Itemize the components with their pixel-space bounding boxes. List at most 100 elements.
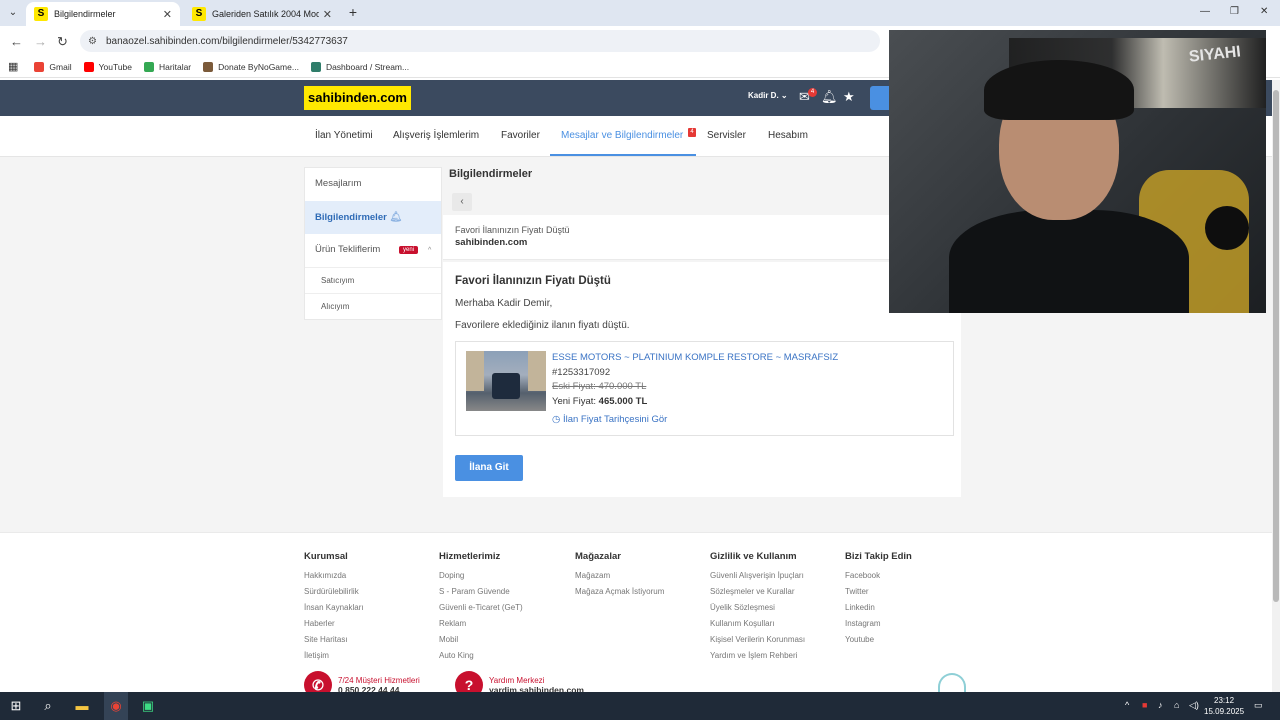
footer-link[interactable]: Güvenli e-Ticaret (GeT)	[439, 600, 569, 616]
site-logo[interactable]: sahibinden.com	[304, 86, 411, 110]
footer-link[interactable]: Facebook	[845, 568, 975, 584]
url-input[interactable]: ⚙ banaozel.sahibinden.com/bilgilendirmel…	[80, 30, 880, 52]
nav-ilan-yonetimi[interactable]: İlan Yönetimi	[315, 130, 373, 141]
stream-app-icon[interactable]: ▣	[140, 698, 156, 714]
clock-time: 23:12	[1214, 696, 1235, 705]
microphone-icon[interactable]: ♪	[1158, 700, 1163, 710]
bookmark-gmail[interactable]: Gmail	[34, 61, 72, 72]
footer-link[interactable]: Twitter	[845, 584, 975, 600]
bookmark-dashboard[interactable]: Dashboard / Stream...	[310, 61, 409, 72]
footer-link[interactable]: Hakkımızda	[304, 568, 434, 584]
nav-servisler[interactable]: Servisler	[707, 130, 746, 141]
tab-title: Galeriden Satılık 2004 Model K	[212, 9, 319, 19]
apps-grid-icon[interactable]: ▦	[8, 60, 18, 73]
price-history-link[interactable]: ◷ İlan Fiyat Tarihçesini Gör	[552, 414, 667, 425]
nav-hesabim[interactable]: Hesabım	[768, 130, 808, 141]
footer-link[interactable]: Yardım ve İşlem Rehberi	[710, 648, 840, 664]
browser-tab[interactable]: S Galeriden Satılık 2004 Model K ✕	[184, 2, 340, 26]
volume-icon[interactable]: ◁)	[1189, 700, 1199, 711]
nav-favoriler[interactable]: Favoriler	[501, 130, 540, 141]
footer-link[interactable]: Sürdürülebilirlik	[304, 584, 434, 600]
reload-icon[interactable]: ↻	[57, 34, 68, 50]
user-menu[interactable]: Kadir D. ⌄	[748, 91, 788, 100]
footer-link[interactable]: S - Param Güvende	[439, 584, 569, 600]
listing-id: #1253317092	[552, 367, 611, 378]
footer-link[interactable]: Youtube	[845, 632, 975, 648]
url-text: banaozel.sahibinden.com/bilgilendirmeler…	[106, 35, 348, 47]
footer-link[interactable]: Güvenli Alışverişin İpuçları	[710, 568, 840, 584]
sidebar: Mesajlarım Bilgilendirmeler 🔔︎ Ürün Tekl…	[304, 167, 442, 320]
search-icon[interactable]: ⌕	[40, 698, 56, 714]
footer-link[interactable]: Linkedin	[845, 600, 975, 616]
sidebar-item-bilgilendirmeler[interactable]: Bilgilendirmeler 🔔︎	[305, 201, 441, 234]
footer-link[interactable]: Site Haritası	[304, 632, 434, 648]
sidebar-item-mesajlarim[interactable]: Mesajlarım	[305, 178, 441, 189]
star-icon[interactable]: ★	[843, 89, 855, 105]
chevron-up-icon[interactable]: ^	[428, 247, 431, 254]
footer-link[interactable]: Reklam	[439, 616, 569, 632]
close-icon[interactable]: ✕	[163, 8, 172, 21]
footer-link[interactable]: Haberler	[304, 616, 434, 632]
network-icon[interactable]: ⌂	[1174, 700, 1179, 710]
back-arrow-icon[interactable]: ←	[10, 34, 23, 49]
contact-label: 7/24 Müşteri Hizmetleri	[338, 675, 420, 685]
new-tab-icon[interactable]: +	[344, 4, 362, 20]
footer-link[interactable]: Doping	[439, 568, 569, 584]
notification-subject: Favori İlanınızın Fiyatı Düştü	[455, 225, 570, 235]
site-info-icon[interactable]: ⚙	[88, 36, 98, 47]
chrome-icon[interactable]: ◉	[108, 698, 124, 714]
post-ad-button[interactable]	[870, 86, 889, 110]
footer-link[interactable]: Kişisel Verilerin Korunması	[710, 632, 840, 648]
windows-start-icon[interactable]: ⊞	[8, 698, 24, 714]
sidebar-sub-aliciyim[interactable]: Alıcıyım	[305, 293, 441, 319]
file-explorer-icon[interactable]: ▬	[74, 698, 90, 714]
scrollbar-thumb[interactable]	[1273, 90, 1279, 602]
footer-link[interactable]: Kullanım Koşulları	[710, 616, 840, 632]
person-body	[949, 210, 1189, 313]
tray-app-icon[interactable]: ■	[1142, 700, 1147, 710]
footer-link[interactable]: Instagram	[845, 616, 975, 632]
footer-link[interactable]: Mağazam	[575, 568, 705, 584]
nav-badge: 4	[688, 128, 696, 137]
tab-search-icon[interactable]: ⌄	[4, 5, 22, 21]
footer-link[interactable]: Üyelik Sözleşmesi	[710, 600, 840, 616]
footer-link[interactable]: Sözleşmeler ve Kurallar	[710, 584, 840, 600]
forward-arrow-icon[interactable]: →	[34, 34, 47, 49]
footer-link[interactable]: İletişim	[304, 648, 434, 664]
go-to-listing-button[interactable]: İlana Git	[455, 455, 523, 481]
bookmark-donate[interactable]: Donate ByNoGame...	[203, 61, 299, 72]
sidebar-item-urun-tekliflerim[interactable]: Ürün Tekliflerim	[305, 244, 441, 255]
nav-mesajlar[interactable]: Mesajlar ve Bilgilendirmeler	[561, 130, 683, 141]
minimize-icon[interactable]: —	[1200, 6, 1210, 17]
footer-link[interactable]: İnsan Kaynakları	[304, 600, 434, 616]
maps-icon	[144, 61, 155, 72]
listing-thumbnail[interactable]	[466, 351, 546, 411]
bell-icon[interactable]: 🔔︎	[821, 89, 838, 105]
tray-chevron-icon[interactable]: ^	[1125, 700, 1129, 710]
bookmark-maps[interactable]: Haritalar	[144, 61, 191, 72]
maximize-icon[interactable]: ❐	[1230, 6, 1239, 17]
clock-icon: ◷	[552, 414, 561, 425]
bookmark-youtube[interactable]: YouTube	[83, 61, 132, 72]
footer-link[interactable]: Auto King	[439, 648, 569, 664]
footer-heading: Mağazalar	[575, 551, 621, 562]
page-title: Bilgilendirmeler	[449, 168, 533, 180]
window-close-icon[interactable]: ✕	[1260, 6, 1268, 17]
notification-icon[interactable]: ▭	[1254, 700, 1263, 711]
old-price: Eski Fiyat: 470.000 TL	[552, 381, 647, 392]
taskbar-clock[interactable]: 23:12 15.09.2025	[1204, 695, 1244, 717]
notification-sender: sahibinden.com	[455, 237, 528, 248]
close-icon[interactable]: ✕	[323, 8, 332, 21]
nav-alisveris[interactable]: Alışveriş İşlemlerim	[393, 130, 479, 141]
browser-tab-active[interactable]: S Bilgilendirmeler ✕	[26, 2, 180, 26]
footer-link[interactable]: Mağaza Açmak İstiyorum	[575, 584, 705, 600]
footer-column-social: Bizi Takip Edin Facebook Twitter Linkedi…	[845, 551, 975, 648]
footer-link[interactable]: Mobil	[439, 632, 569, 648]
back-button[interactable]: ‹	[452, 193, 472, 211]
sidebar-sub-saticiyim[interactable]: Satıcıyım	[305, 267, 441, 293]
gmail-icon	[34, 61, 45, 72]
youtube-icon	[83, 61, 94, 72]
tab-title: Bilgilendirmeler	[54, 9, 116, 19]
listing-title-link[interactable]: ESSE MOTORS ~ PLATINIUM KOMPLE RESTORE ~…	[552, 352, 838, 363]
webcam-overlay: SIYAHI	[889, 30, 1266, 313]
